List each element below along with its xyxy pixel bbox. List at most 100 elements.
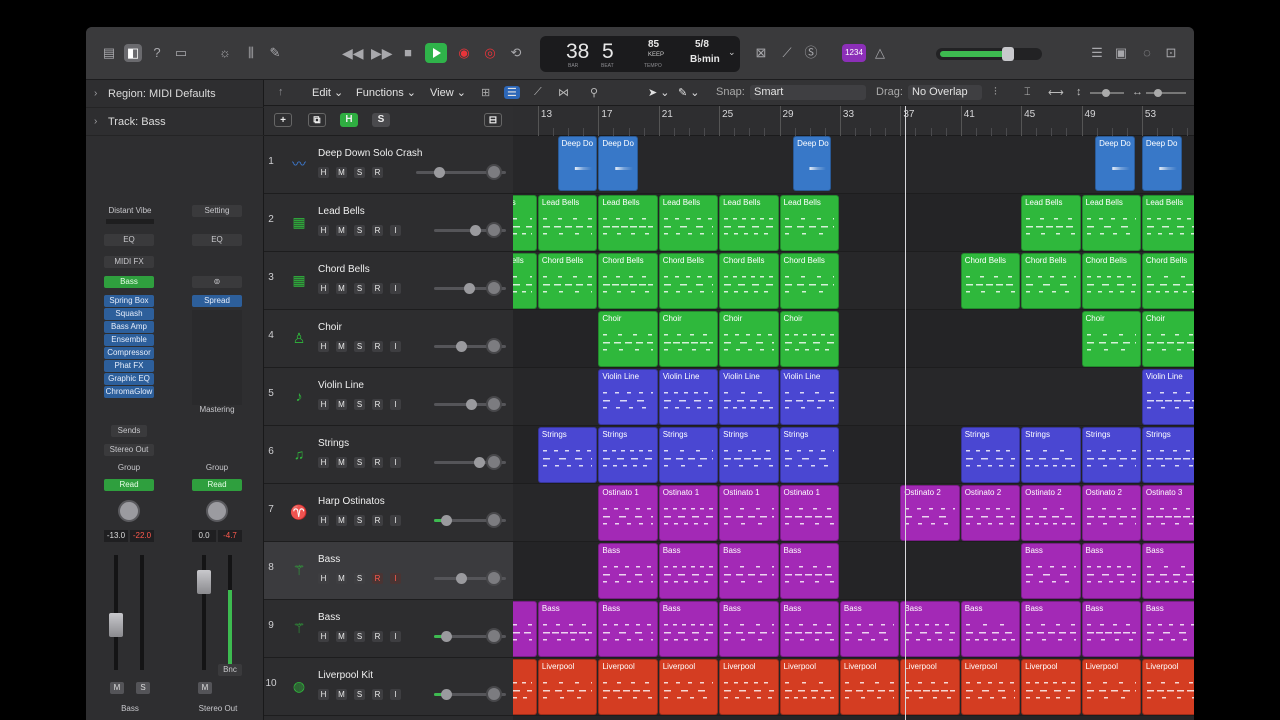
hide-button[interactable]: H <box>318 573 329 584</box>
mute-button[interactable]: M <box>336 167 347 178</box>
mute-button[interactable]: M <box>198 682 212 694</box>
list-editors-icon[interactable]: ☰ <box>1088 44 1106 62</box>
grid-view-icon[interactable]: ⊞ <box>481 86 490 99</box>
cycle-icon[interactable]: ⟲ <box>507 44 525 62</box>
region[interactable]: Bass <box>900 601 960 657</box>
input-monitor-button[interactable]: I <box>390 225 401 236</box>
region[interactable]: Bass <box>779 601 839 657</box>
region[interactable]: Ostinato 2 <box>1021 485 1081 541</box>
mute-button[interactable]: M <box>336 341 347 352</box>
region[interactable]: Ostinato 2 <box>1081 485 1141 541</box>
mute-button[interactable]: M <box>336 225 347 236</box>
region[interactable]: Choir <box>1081 311 1141 367</box>
track-volume-thumb[interactable] <box>464 283 476 294</box>
setting-slot[interactable]: Setting <box>192 205 242 217</box>
solo-button[interactable]: S <box>354 631 365 642</box>
list-view-icon[interactable]: ☰ <box>504 86 520 99</box>
region[interactable]: Strings <box>960 427 1021 483</box>
capture-record-icon[interactable]: ◎ <box>481 44 499 62</box>
fx-slot[interactable]: ChromaGlow <box>104 386 154 398</box>
view-menu[interactable]: View ⌄ <box>430 86 466 99</box>
automation-mode[interactable]: Read <box>104 479 154 491</box>
region[interactable]: Choir <box>1141 311 1194 367</box>
region[interactable]: Liverpool <box>1141 659 1194 715</box>
volume-fader[interactable] <box>197 570 211 594</box>
region[interactable]: Choir <box>719 311 779 367</box>
hide-button[interactable]: H <box>318 457 329 468</box>
hide-button[interactable]: H <box>318 399 329 410</box>
region[interactable]: Strings <box>598 427 658 483</box>
playhead[interactable] <box>904 106 906 720</box>
region[interactable]: Liverpool <box>598 659 658 715</box>
back-arrow-icon[interactable]: ↑ <box>278 86 284 98</box>
track-header[interactable]: 2 ▦ Lead Bells H M S R I <box>264 194 513 252</box>
region[interactable]: Deep Do <box>1095 136 1135 191</box>
vertical-zoom-slider[interactable] <box>1090 89 1124 97</box>
hide-button[interactable]: H <box>318 283 329 294</box>
input-monitor-button[interactable]: I <box>390 341 401 352</box>
duplicate-track-icon[interactable]: ⧉ <box>308 113 326 127</box>
instrument-slot[interactable]: Bass <box>104 276 154 288</box>
mute-button[interactable]: M <box>336 515 347 526</box>
region[interactable]: Bass <box>1021 543 1081 599</box>
arrange-area[interactable]: 13 17 21 25 29 33 37 41 45 49 53 Deep Do Deep Do Dee… <box>513 106 1194 720</box>
inspector-icon[interactable]: ◧ <box>124 44 142 62</box>
track-name[interactable]: Deep Down Solo Crash <box>318 148 423 159</box>
record-enable-button[interactable]: R <box>372 341 383 352</box>
notepad-icon[interactable]: ▣ <box>1112 44 1130 62</box>
hide-button[interactable]: H <box>318 225 329 236</box>
region[interactable]: Strings <box>1081 427 1141 483</box>
track-pan-knob[interactable] <box>486 396 502 412</box>
region[interactable]: Lead Bells <box>598 195 658 251</box>
help-icon[interactable]: ? <box>148 44 166 62</box>
flex-icon[interactable]: ⋈ <box>558 86 569 99</box>
input-monitor-button[interactable]: I <box>390 515 401 526</box>
track-volume-thumb[interactable] <box>466 399 478 410</box>
output-slot[interactable]: Stereo Out <box>104 444 154 456</box>
track-inspector-row[interactable]: › Track: Bass <box>86 108 264 136</box>
region[interactable]: Choir <box>598 311 658 367</box>
record-enable-button[interactable]: R <box>372 225 383 236</box>
fx-slot[interactable]: Spring Box <box>104 295 154 307</box>
mute-button[interactable]: M <box>110 682 124 694</box>
bounce-button[interactable]: Bnc <box>218 664 242 676</box>
mute-button[interactable]: M <box>336 631 347 642</box>
region[interactable]: Chord Bells <box>1141 253 1194 309</box>
track-name[interactable]: Strings <box>318 438 349 449</box>
region[interactable]: Chord Bells <box>658 253 719 309</box>
volume-fader[interactable] <box>109 613 123 637</box>
record-enable-button[interactable]: R <box>372 515 383 526</box>
track-name[interactable]: Harp Ostinatos <box>318 496 385 507</box>
region[interactable]: Violin Line <box>719 369 779 425</box>
automation-mode[interactable]: Read <box>192 479 242 491</box>
master-volume-slider[interactable] <box>936 47 1042 61</box>
solo-button[interactable]: S <box>354 399 365 410</box>
toolbar-toggle-icon[interactable]: ▭ <box>172 44 190 62</box>
region[interactable]: Strings <box>1021 427 1081 483</box>
track-name[interactable]: Lead Bells <box>318 206 365 217</box>
play-button[interactable] <box>425 43 447 63</box>
hide-button[interactable]: H <box>318 515 329 526</box>
solo-button[interactable]: S <box>354 573 365 584</box>
group-slot[interactable]: Group <box>192 462 242 474</box>
horizontal-zoom-icon[interactable]: ⟷ <box>1048 86 1064 99</box>
region[interactable]: Ostinato 2 <box>960 485 1021 541</box>
solo-button[interactable]: S <box>354 341 365 352</box>
functions-menu[interactable]: Functions ⌄ <box>356 86 416 99</box>
track-volume-thumb[interactable] <box>455 573 467 584</box>
region[interactable]: Choir <box>658 311 719 367</box>
region[interactable]: Lead Bells <box>1141 195 1194 251</box>
track-pan-knob[interactable] <box>486 164 502 180</box>
eq-slot[interactable]: EQ <box>192 234 242 246</box>
input-monitor-button[interactable]: I <box>390 631 401 642</box>
drag-dropdown[interactable]: No Overlap <box>908 85 982 100</box>
region[interactable]: Chord Bells <box>960 253 1021 309</box>
input-monitor-button[interactable]: I <box>390 399 401 410</box>
record-enable-button[interactable]: R <box>372 399 383 410</box>
mute-button[interactable]: M <box>336 457 347 468</box>
region[interactable]: Liverpool <box>537 659 598 715</box>
region[interactable]: Strings <box>658 427 719 483</box>
region[interactable]: Deep Do <box>793 136 832 191</box>
pointer-tool-icon[interactable]: ➤ ⌄ <box>648 86 670 99</box>
vertical-zoom-icon[interactable]: ⌶ <box>1024 86 1031 99</box>
